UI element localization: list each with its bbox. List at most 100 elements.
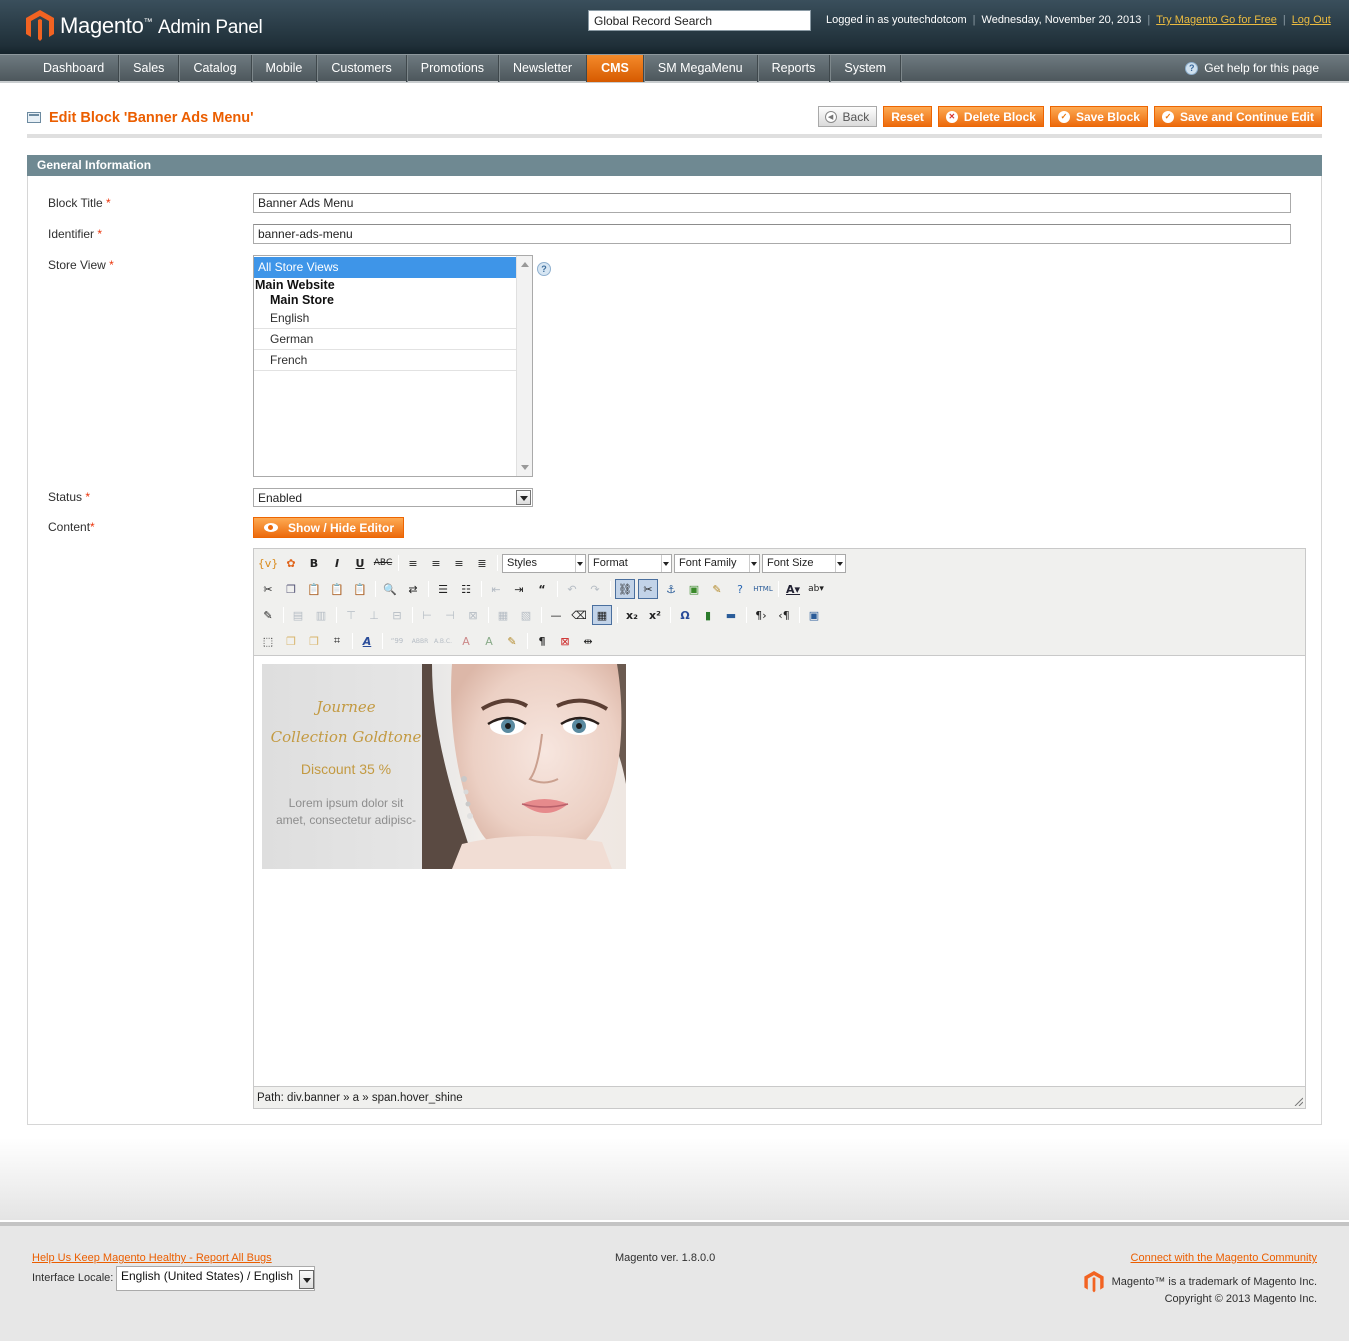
table-row-props-icon[interactable]: ▤: [288, 605, 308, 625]
store-view-option-all[interactable]: All Store Views: [254, 257, 516, 278]
store-view-help-icon[interactable]: ?: [537, 262, 551, 276]
cleanup-icon[interactable]: ✎: [707, 579, 727, 599]
save-block-button[interactable]: ✓ Save Block: [1049, 106, 1148, 127]
find-icon[interactable]: 🔍: [380, 579, 400, 599]
global-search-input[interactable]: [588, 10, 811, 31]
show-hide-editor-button[interactable]: Show / Hide Editor: [253, 517, 405, 538]
logout-link[interactable]: Log Out: [1292, 14, 1331, 26]
report-bugs-link[interactable]: Help Us Keep Magento Healthy - Report Al…: [32, 1252, 272, 1264]
banner-image[interactable]: Journee Collection Goldtone Discount 35 …: [262, 664, 626, 869]
format-dropdown[interactable]: Format: [588, 553, 672, 573]
save-continue-button[interactable]: ✓ Save and Continue Edit: [1153, 106, 1322, 127]
nav-item-catalog[interactable]: Catalog: [179, 55, 252, 82]
delete-col-icon[interactable]: ⊠: [463, 605, 483, 625]
abbr-icon[interactable]: ABBR: [410, 631, 430, 651]
scroll-down-icon[interactable]: [521, 465, 529, 470]
store-view-option-english[interactable]: English: [254, 308, 516, 329]
reset-button[interactable]: Reset: [883, 106, 932, 127]
undo-icon[interactable]: ↶: [562, 579, 582, 599]
back-button[interactable]: ◀ Back: [817, 106, 878, 127]
remove-format-icon[interactable]: ⌫: [569, 605, 589, 625]
chevron-down-icon[interactable]: [516, 490, 531, 505]
table-cell-props-icon[interactable]: ▥: [311, 605, 331, 625]
superscript-icon[interactable]: x²: [645, 605, 665, 625]
insert-row-after-icon[interactable]: ⊥: [364, 605, 384, 625]
del-icon[interactable]: A: [456, 631, 476, 651]
nav-item-mobile[interactable]: Mobile: [252, 55, 318, 82]
bold-icon[interactable]: B: [304, 553, 324, 573]
absolute-position-icon[interactable]: ⌗: [327, 631, 347, 651]
align-justify-icon[interactable]: ≣: [472, 553, 492, 573]
nav-item-promotions[interactable]: Promotions: [407, 55, 500, 82]
font-size-dropdown[interactable]: Font Size: [762, 553, 846, 573]
nav-item-customers[interactable]: Customers: [317, 55, 407, 82]
status-select[interactable]: Enabled: [253, 488, 533, 507]
replace-icon[interactable]: ⇄: [403, 579, 423, 599]
ins-icon[interactable]: A: [479, 631, 499, 651]
nav-item-dashboard[interactable]: Dashboard: [29, 55, 120, 82]
nav-item-newsletter[interactable]: Newsletter: [499, 55, 588, 82]
ltr-icon[interactable]: ¶›: [751, 605, 771, 625]
store-view-option-french[interactable]: French: [254, 350, 516, 371]
paste-word-icon[interactable]: 📋: [350, 579, 370, 599]
visual-chars-icon[interactable]: ¶: [532, 631, 552, 651]
help-link[interactable]: ? Get help for this page: [1185, 55, 1319, 82]
insert-col-before-icon[interactable]: ⊢: [417, 605, 437, 625]
delete-block-button[interactable]: ✕ Delete Block: [937, 106, 1044, 127]
chevron-down-icon[interactable]: [299, 1270, 314, 1289]
insert-layer-icon[interactable]: ⬚: [258, 631, 278, 651]
blockquote-icon[interactable]: “: [532, 579, 552, 599]
style-props-icon[interactable]: A: [357, 631, 377, 651]
copy-icon[interactable]: ❐: [281, 579, 301, 599]
anchor-icon[interactable]: ⚓: [661, 579, 681, 599]
multiselect-scrollbar[interactable]: [516, 256, 532, 476]
try-magento-go-link[interactable]: Try Magento Go for Free: [1156, 14, 1277, 26]
styles-dropdown[interactable]: Styles: [502, 553, 586, 573]
insert-col-after-icon[interactable]: ⊣: [440, 605, 460, 625]
nav-item-cms[interactable]: CMS: [587, 55, 644, 82]
nonbreaking-icon[interactable]: ⊠: [555, 631, 575, 651]
store-view-option-german[interactable]: German: [254, 329, 516, 350]
insert-variable-icon[interactable]: {v}: [258, 553, 279, 573]
move-backward-icon[interactable]: ❐: [304, 631, 324, 651]
paste-icon[interactable]: 📋: [304, 579, 324, 599]
special-char-icon[interactable]: Ω: [675, 605, 695, 625]
underline-icon[interactable]: U: [350, 553, 370, 573]
delete-row-icon[interactable]: ⊟: [387, 605, 407, 625]
identifier-input[interactable]: [253, 224, 1291, 244]
community-link[interactable]: Connect with the Magento Community: [1131, 1252, 1317, 1264]
cut-icon[interactable]: ✂: [258, 579, 278, 599]
html-source-icon[interactable]: HTML: [753, 579, 773, 599]
rtl-icon[interactable]: ‹¶: [774, 605, 794, 625]
align-center-icon[interactable]: ≡: [426, 553, 446, 573]
split-cells-icon[interactable]: ▦: [493, 605, 513, 625]
acronym-icon[interactable]: A.B.C.: [433, 631, 453, 651]
text-color-icon[interactable]: A▾: [783, 579, 803, 599]
paste-text-icon[interactable]: 📋: [327, 579, 347, 599]
logo[interactable]: Magento™ Admin Panel: [26, 10, 263, 42]
align-left-icon[interactable]: ≡: [403, 553, 423, 573]
move-forward-icon[interactable]: ❐: [281, 631, 301, 651]
block-title-input[interactable]: [253, 193, 1291, 213]
numbered-list-icon[interactable]: ☷: [456, 579, 476, 599]
editor-content-area[interactable]: Journee Collection Goldtone Discount 35 …: [254, 655, 1305, 1087]
nav-item-system[interactable]: System: [830, 55, 902, 82]
align-right-icon[interactable]: ≡: [449, 553, 469, 573]
nav-item-reports[interactable]: Reports: [758, 55, 831, 82]
subscript-icon[interactable]: x₂: [622, 605, 642, 625]
scroll-up-icon[interactable]: [521, 262, 529, 267]
fullscreen-icon[interactable]: ▣: [804, 605, 824, 625]
horizontal-rule-icon[interactable]: —: [546, 605, 566, 625]
interface-locale-select[interactable]: English (United States) / English: [116, 1266, 315, 1291]
help-editor-icon[interactable]: ?: [730, 579, 750, 599]
resize-handle-icon[interactable]: [1293, 1096, 1303, 1106]
cite-icon[interactable]: “99: [387, 631, 407, 651]
nav-item-sm-megamenu[interactable]: SM MegaMenu: [644, 55, 758, 82]
background-color-icon[interactable]: ab▾: [806, 579, 826, 599]
pagebreak-icon[interactable]: ⇹: [578, 631, 598, 651]
attributes-icon[interactable]: ✎: [502, 631, 522, 651]
strikethrough-icon[interactable]: ABC: [373, 553, 393, 573]
italic-icon[interactable]: I: [327, 553, 347, 573]
link-icon[interactable]: ⛓: [615, 579, 635, 599]
media-icon[interactable]: ▮: [698, 605, 718, 625]
